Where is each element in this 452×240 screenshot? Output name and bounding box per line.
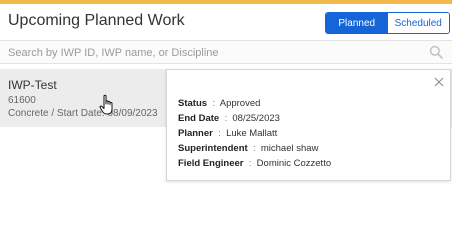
superintendent-label: Superintendent bbox=[178, 143, 248, 154]
planned-toggle-button[interactable]: Planned bbox=[326, 13, 388, 33]
work-item-code: 61600 bbox=[8, 95, 36, 106]
search-bar bbox=[0, 40, 452, 64]
planner-value: Luke Mallatt bbox=[226, 128, 278, 139]
end-date-separator: : bbox=[221, 113, 230, 124]
planner-row: Planner : Luke Mallatt bbox=[178, 128, 277, 139]
view-toggle: Planned Scheduled bbox=[325, 12, 450, 34]
scheduled-toggle-button[interactable]: Scheduled bbox=[387, 13, 449, 33]
field-engineer-label: Field Engineer bbox=[178, 158, 244, 169]
page-title: Upcoming Planned Work bbox=[8, 12, 185, 29]
work-item-meta: Concrete / Start Date: 08/09/2023 bbox=[8, 108, 158, 119]
work-item-name: IWP-Test bbox=[8, 78, 57, 92]
status-separator: : bbox=[209, 98, 218, 109]
superintendent-value: michael shaw bbox=[260, 143, 319, 154]
planner-separator: : bbox=[215, 128, 224, 139]
superintendent-row: Superintendent : michael shaw bbox=[178, 143, 318, 154]
end-date-row: End Date : 08/25/2023 bbox=[178, 113, 280, 124]
field-engineer-separator: : bbox=[246, 158, 255, 169]
end-date-label: End Date bbox=[178, 113, 220, 124]
search-input[interactable] bbox=[8, 44, 418, 61]
status-value: Approved bbox=[219, 98, 261, 109]
status-row: Status : Approved bbox=[178, 98, 260, 109]
status-label: Status bbox=[178, 98, 208, 109]
details-popup: Status : Approved End Date : 08/25/2023 … bbox=[166, 69, 451, 181]
field-engineer-row: Field Engineer : Dominic Cozzetto bbox=[178, 158, 331, 169]
search-icon[interactable] bbox=[429, 45, 443, 59]
end-date-value: 08/25/2023 bbox=[232, 113, 280, 124]
top-accent-strip bbox=[0, 0, 452, 4]
hand-pointer-cursor-icon bbox=[99, 94, 113, 115]
planner-label: Planner bbox=[178, 128, 213, 139]
close-icon[interactable] bbox=[434, 77, 444, 87]
superintendent-separator: : bbox=[250, 143, 259, 154]
field-engineer-value: Dominic Cozzetto bbox=[256, 158, 332, 169]
